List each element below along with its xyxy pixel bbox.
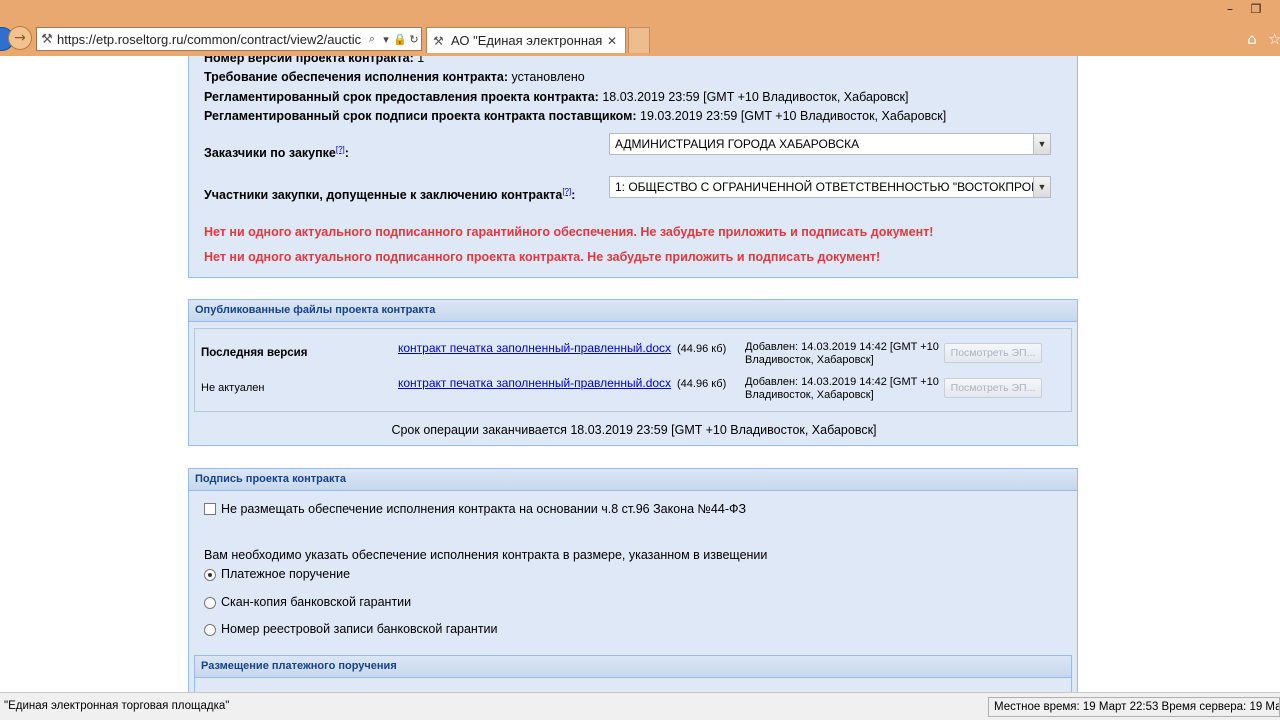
forward-button[interactable]: → (8, 26, 32, 50)
participants-value: 1: ОБЩЕСТВО С ОГРАНИЧЕННОЙ ОТВЕТСТВЕННОС… (615, 180, 1051, 194)
file-status: Последняя версия (201, 347, 308, 359)
lock-icon[interactable]: 🔒 (393, 33, 407, 46)
file-status: Не актуален (201, 382, 265, 394)
status-bar: "Единая электронная торговая площадка" М… (0, 692, 1280, 720)
file-added: Добавлен: 14.03.2019 14:42 [GMT +10 Влад… (745, 341, 939, 366)
registry-number-label[interactable]: Номер реестровой записи банковской гаран… (221, 622, 498, 636)
file-link[interactable]: контракт печатка заполненный-правленный.… (398, 376, 671, 390)
signing-panel: Подпись проекта контракта Не размещать о… (188, 468, 1078, 692)
refresh-icon[interactable]: ↻ (407, 33, 421, 46)
chevron-down-icon[interactable]: ▼ (1033, 177, 1050, 197)
view-signature-button[interactable]: Посмотреть ЭП... (944, 378, 1042, 398)
bank-guarantee-scan-label[interactable]: Скан-копия банковской гарантии (221, 595, 411, 609)
warning-contract: Нет ни одного актуального подписанного п… (204, 250, 881, 264)
payment-order-subpanel-title: Размещение платежного поручения (195, 656, 1071, 678)
search-icon[interactable]: ⌕ (365, 32, 379, 46)
favorites-icon[interactable]: ☆ (1268, 30, 1280, 48)
page-viewport: Номер версии проекта контракта: 1 Требов… (0, 56, 1280, 692)
bank-guarantee-scan-radio[interactable] (204, 597, 216, 609)
status-clock: Местное время: 19 Март 22:53 Время серве… (988, 697, 1280, 717)
status-left: "Единая электронная торговая площадка" (4, 700, 230, 712)
restore-button[interactable]: ❐ (1246, 2, 1266, 18)
registry-number-radio[interactable] (204, 624, 216, 636)
file-added: Добавлен: 14.03.2019 14:42 [GMT +10 Влад… (745, 376, 939, 401)
dropdown-icon[interactable]: ▾ (379, 33, 393, 46)
customers-value: АДМИНИСТРАЦИЯ ГОРОДА ХАБАРОВСКА (615, 137, 860, 151)
security-row: Требование обеспечения исполнения контра… (204, 70, 585, 84)
provide-deadline-row: Регламентированный срок предоставления п… (204, 90, 909, 104)
signing-title: Подпись проекта контракта (189, 469, 1077, 491)
home-icon[interactable]: ⌂ (1243, 30, 1261, 48)
site-icon: ⚒ (41, 31, 53, 47)
contract-info-panel: Номер версии проекта контракта: 1 Требов… (188, 56, 1078, 278)
sign-deadline-row: Регламентированный срок подписи проекта … (204, 109, 947, 123)
participants-label: Участники закупки, допущенные к заключен… (204, 187, 576, 203)
close-tab-icon[interactable]: ✕ (605, 34, 619, 48)
payment-order-subpanel: Размещение платежного поручения (194, 655, 1072, 692)
payment-order-radio[interactable] (204, 569, 216, 581)
participants-select[interactable]: 1: ОБЩЕСТВО С ОГРАНИЧЕННОЙ ОТВЕТСТВЕННОС… (609, 176, 1051, 198)
file-size: (44.96 кб) (677, 343, 727, 355)
published-files-panel: Опубликованные файлы проекта контракта П… (188, 299, 1078, 446)
published-files-title: Опубликованные файлы проекта контракта (189, 300, 1077, 322)
customers-help-link[interactable]: [?] (336, 145, 345, 154)
tab-site-icon: ⚒ (433, 33, 444, 48)
customers-label: Заказчики по закупке[?]: (204, 145, 349, 161)
new-tab-button[interactable] (628, 27, 650, 53)
operation-deadline: Срок операции заканчивается 18.03.2019 2… (391, 423, 877, 437)
chevron-down-icon[interactable]: ▼ (1033, 134, 1050, 154)
file-link[interactable]: контракт печатка заполненный-правленный.… (398, 341, 671, 355)
tab-title: АО "Единая электронная т... (451, 33, 605, 48)
files-list: Последняя версия контракт печатка заполн… (194, 328, 1072, 412)
file-size: (44.96 кб) (677, 378, 727, 390)
warning-guarantee: Нет ни одного актуального подписанного г… (204, 225, 934, 239)
browser-tab[interactable]: ⚒ АО "Единая электронная т... ✕ (426, 27, 626, 53)
url-text[interactable]: https://etp.roseltorg.ru/common/contract… (57, 32, 365, 47)
participants-help-link[interactable]: [?] (562, 187, 571, 196)
no-security-label[interactable]: Не размещать обеспечение исполнения конт… (221, 502, 746, 516)
view-signature-button[interactable]: Посмотреть ЭП... (944, 343, 1042, 363)
address-bar[interactable]: ⚒ https://etp.roseltorg.ru/common/contra… (36, 27, 422, 51)
payment-order-label[interactable]: Платежное поручение (221, 567, 350, 581)
no-security-checkbox[interactable] (204, 503, 216, 515)
security-instruction: Вам необходимо указать обеспечение испол… (204, 548, 768, 562)
browser-chrome: – ❐ → ⚒ https://etp.roseltorg.ru/common/… (0, 0, 1280, 56)
customers-select[interactable]: АДМИНИСТРАЦИЯ ГОРОДА ХАБАРОВСКА ▼ (609, 133, 1051, 155)
minimize-button[interactable]: – (1220, 2, 1240, 18)
version-row: Номер версии проекта контракта: 1 (204, 56, 425, 65)
